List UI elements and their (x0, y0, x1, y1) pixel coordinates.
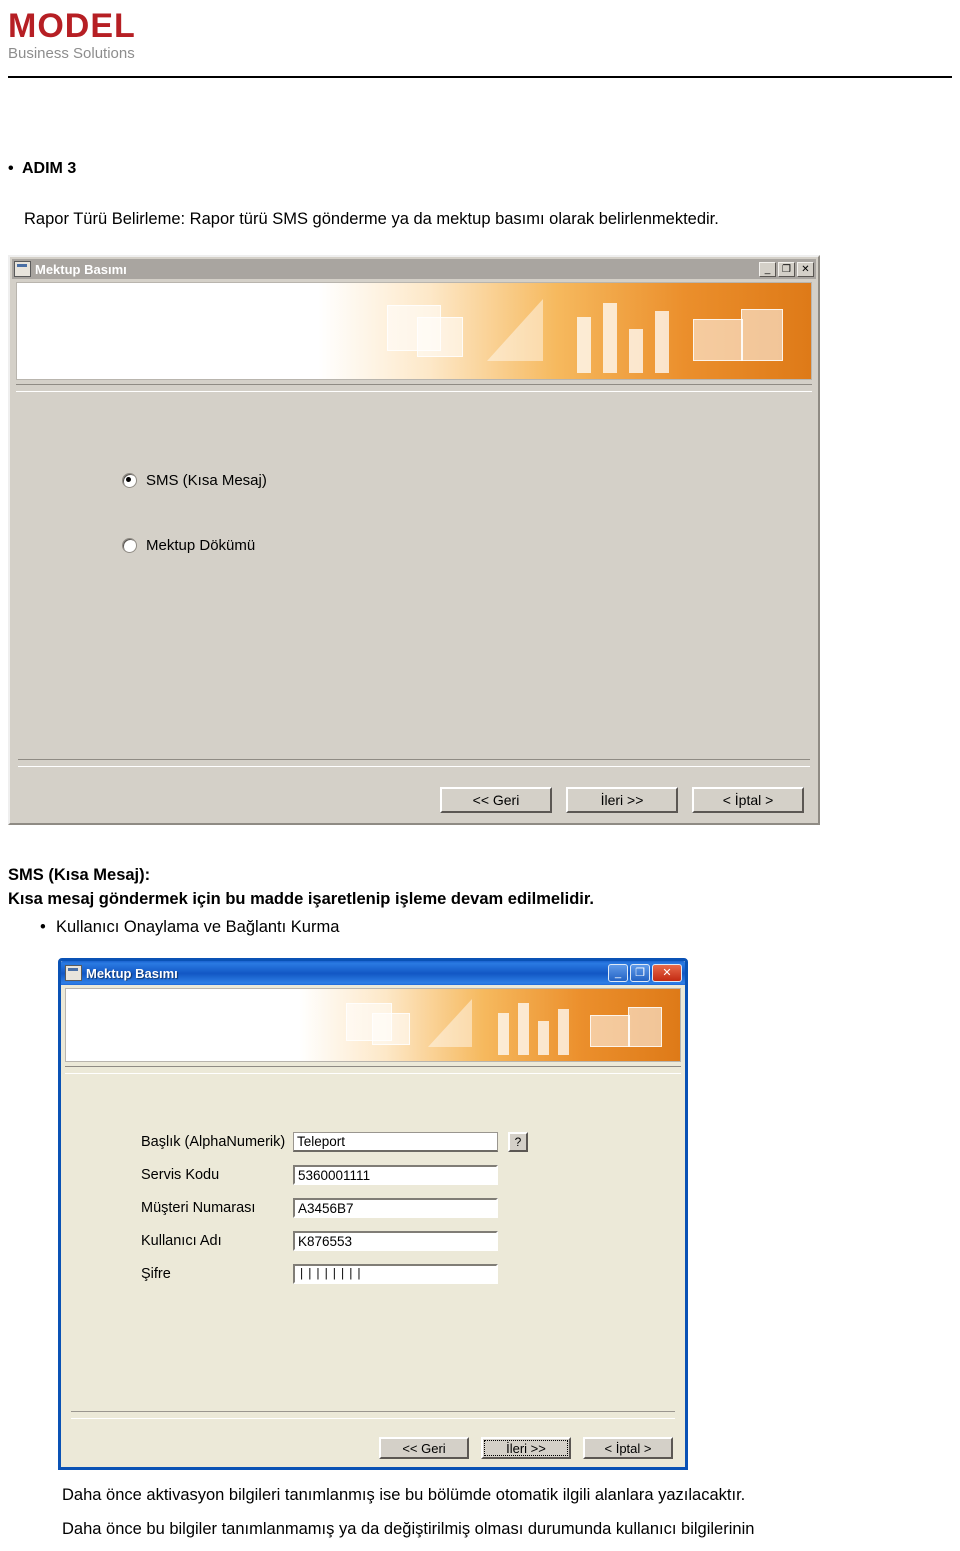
label-kullanici-adi: Kullanıcı Adı (141, 1233, 222, 1249)
brand-name: MODEL (8, 7, 136, 45)
intro-paragraph: Rapor Türü Belirleme: Rapor türü SMS gön… (24, 210, 719, 228)
form-row-customer-number: Müşteri Numarası A3456B7 (141, 1197, 611, 1219)
minimize-button[interactable]: _ (759, 261, 776, 277)
dialog-activation-credentials: Mektup Basımı _ ❐ ✕ Başlık (AlphaNumerik… (58, 958, 688, 1470)
back-button[interactable]: << Geri (440, 787, 552, 813)
step-heading: • ADIM 3 (8, 160, 76, 178)
kullanici-adi-input[interactable]: K876553 (293, 1231, 498, 1251)
sms-subtext: Kısa mesaj göndermek için bu madde işare… (8, 890, 594, 908)
radio-sms-label: SMS (Kısa Mesaj) (146, 472, 267, 489)
cancel-button[interactable]: < İptal > (692, 787, 804, 813)
brand-tagline: Business Solutions (8, 45, 135, 62)
baslik-input[interactable]: Teleport (293, 1132, 498, 1152)
musteri-numarasi-input[interactable]: A3456B7 (293, 1198, 498, 1218)
help-icon[interactable]: ? (508, 1132, 528, 1152)
window-document-icon (14, 261, 31, 277)
credentials-form: Başlık (AlphaNumerik) Teleport ? Servis … (141, 1131, 611, 1296)
label-musteri-numarasi: Müşteri Numarası (141, 1200, 256, 1216)
form-row-password: Şifre |||||||| (141, 1263, 611, 1285)
dialog2-banner-divider (65, 1066, 681, 1074)
dialog1-titlebar[interactable]: Mektup Basımı _ ❐ ✕ (12, 259, 816, 279)
bullet-glyph-2-icon: • (40, 918, 46, 936)
servis-kodu-input[interactable]: 5360001111 (293, 1165, 498, 1185)
dialog2-banner-artwork (65, 988, 681, 1062)
dialog1-footer-divider (18, 759, 810, 767)
form-row-service-code: Servis Kodu 5360001111 (141, 1164, 611, 1186)
dialog1-title: Mektup Basımı (35, 261, 127, 277)
sms-heading: SMS (Kısa Mesaj): (8, 866, 151, 884)
dialog1-banner-artwork (16, 282, 812, 380)
header-divider (8, 76, 952, 78)
window-document-icon (65, 965, 82, 981)
dialog2-window-controls: _ ❐ ✕ (608, 964, 682, 982)
radio-option-letter[interactable]: Mektup Dökümü (122, 537, 816, 554)
sub-bullet-text: Kullanıcı Onaylama ve Bağlantı Kurma (56, 918, 340, 936)
close-button[interactable]: ✕ (652, 964, 682, 982)
dialog2-title: Mektup Basımı (86, 965, 178, 981)
radio-letter-label: Mektup Dökümü (146, 537, 256, 554)
maximize-button[interactable]: ❐ (630, 964, 650, 982)
radio-sms-indicator[interactable] (122, 473, 137, 488)
radio-option-sms[interactable]: SMS (Kısa Mesaj) (122, 472, 816, 489)
radio-letter-indicator[interactable] (122, 538, 137, 553)
dialog2-footer-divider (71, 1411, 675, 1419)
dialog1-banner-divider (16, 384, 812, 392)
dialog-report-type: Mektup Basımı _ ❐ ✕ SMS (Kısa Mesaj) Mek… (8, 255, 820, 825)
dialog2-titlebar[interactable]: Mektup Basımı _ ❐ ✕ (61, 961, 685, 985)
footer-paragraph-2: Daha önce bu bilgiler tanımlanmamış ya d… (62, 1520, 755, 1538)
sub-bullet-line: • Kullanıcı Onaylama ve Bağlantı Kurma (40, 918, 339, 937)
brand-logo: MODEL Business Solutions (8, 8, 168, 63)
sifre-input[interactable]: |||||||| (293, 1264, 498, 1284)
label-baslik: Başlık (AlphaNumerik) (141, 1134, 286, 1150)
label-sifre: Şifre (141, 1266, 171, 1282)
bullet-glyph-icon: • (8, 160, 14, 177)
form-row-title: Başlık (AlphaNumerik) Teleport ? (141, 1131, 611, 1153)
footer-paragraph-1: Daha önce aktivasyon bilgileri tanımlanm… (62, 1486, 746, 1504)
dialog1-window-controls: _ ❐ ✕ (759, 261, 814, 277)
dialog2-button-bar: << Geri İleri >> < İptal > (379, 1437, 673, 1459)
maximize-button[interactable]: ❐ (778, 261, 795, 277)
cancel-button[interactable]: < İptal > (583, 1437, 673, 1459)
next-button[interactable]: İleri >> (566, 787, 678, 813)
back-button[interactable]: << Geri (379, 1437, 469, 1459)
report-type-radio-group: SMS (Kısa Mesaj) Mektup Dökümü (12, 472, 816, 554)
dialog1-button-bar: << Geri İleri >> < İptal > (440, 787, 804, 813)
label-servis-kodu: Servis Kodu (141, 1167, 220, 1183)
step-heading-text: ADIM 3 (22, 160, 77, 177)
minimize-button[interactable]: _ (608, 964, 628, 982)
next-button[interactable]: İleri >> (481, 1437, 571, 1459)
form-row-username: Kullanıcı Adı K876553 (141, 1230, 611, 1252)
close-button[interactable]: ✕ (797, 261, 814, 277)
